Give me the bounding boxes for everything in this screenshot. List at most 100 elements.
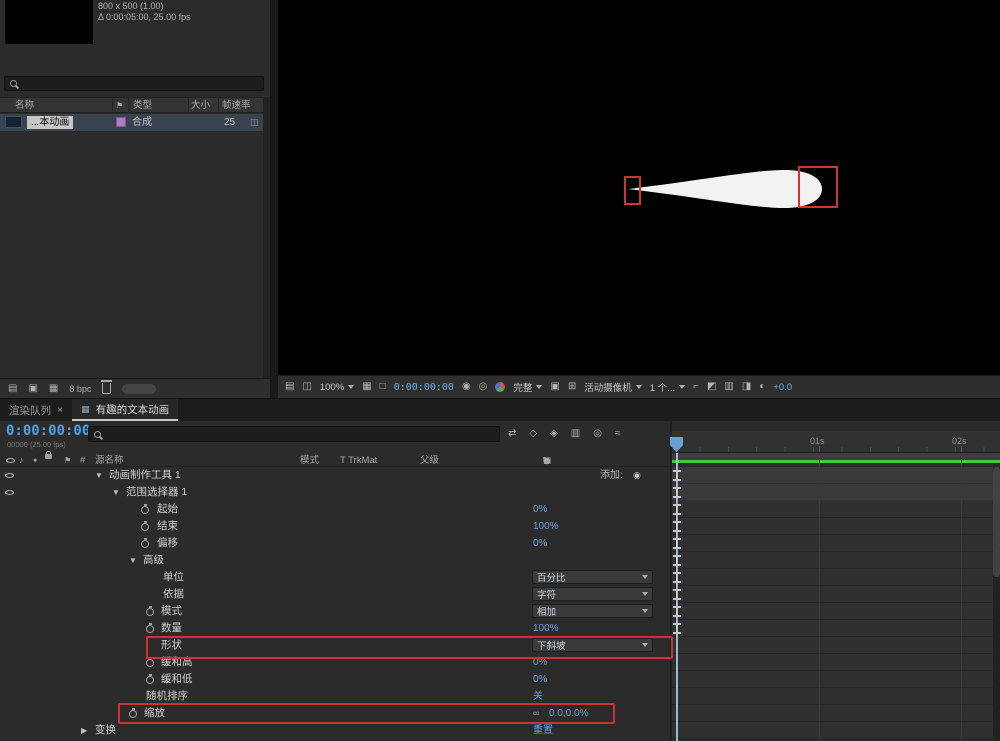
row-end[interactable]: 结束 100% (0, 518, 672, 535)
property-value[interactable]: 100% (533, 620, 559, 637)
new-folder-icon[interactable]: ▣ (28, 383, 37, 395)
scrollbar-thumb[interactable] (993, 467, 1000, 577)
keyframe-marker[interactable] (673, 487, 681, 498)
tab-render-queue[interactable]: 渲染队列 × (0, 399, 72, 421)
keyframe-marker[interactable] (673, 572, 681, 583)
property-value[interactable]: 0% (533, 501, 547, 518)
audio-column-icon[interactable]: ♪ (19, 454, 24, 467)
project-bpc-button[interactable]: 8 bpc (69, 384, 91, 394)
text-shape[interactable] (628, 170, 822, 208)
row-amount[interactable]: 数量 100% (0, 620, 672, 637)
row-ease-low[interactable]: 缓和低 0% (0, 671, 672, 688)
selection-handle-right[interactable] (798, 166, 838, 208)
timeline-search-input[interactable] (88, 426, 500, 442)
keyframe-marker[interactable] (673, 589, 681, 600)
motion-blur-icon[interactable]: ◎ (593, 428, 602, 439)
tab-composition[interactable]: ▦ 有趣的文本动画 (72, 399, 178, 421)
row-based-on[interactable]: 依据 字符 (0, 586, 672, 603)
frame-blend-icon[interactable]: ▥ (571, 428, 580, 439)
index-column[interactable]: # (80, 454, 85, 467)
interpret-footage-icon[interactable]: ▤ (8, 383, 17, 395)
property-label[interactable]: 起始 (157, 501, 178, 518)
trkmat-column[interactable]: T TrkMat (340, 454, 377, 467)
stopwatch-icon[interactable] (146, 608, 154, 616)
draft-3d-icon[interactable]: ◇ (529, 428, 537, 439)
new-composition-icon[interactable]: ▦ (49, 383, 58, 395)
property-label[interactable]: 结束 (157, 518, 178, 535)
row-transform[interactable]: ▶ 变换 重置 (0, 722, 672, 739)
reset-button[interactable]: 重置 (533, 722, 553, 739)
flowchart-icon[interactable]: ◨ (742, 381, 751, 393)
channels-icon[interactable] (495, 382, 505, 392)
twirl-open-icon[interactable]: ▼ (112, 484, 120, 501)
fast-previews-icon[interactable]: ◩ (707, 381, 716, 393)
trash-icon[interactable] (102, 383, 111, 394)
keyframe-marker[interactable] (673, 538, 681, 549)
eye-icon[interactable] (5, 473, 14, 478)
twirl-open-icon[interactable]: ▼ (129, 552, 137, 569)
tab-close-button[interactable]: × (57, 404, 63, 416)
property-value[interactable]: 0% (533, 671, 547, 688)
column-type[interactable]: 类型 (133, 100, 152, 112)
work-area-bar[interactable] (672, 453, 1000, 460)
property-label[interactable]: 模式 (161, 603, 182, 620)
row-units[interactable]: 单位 百分比 (0, 569, 672, 586)
timeline-scrollbar[interactable] (993, 467, 1000, 741)
show-snapshot-icon[interactable]: ◎ (479, 381, 488, 393)
keyframe-marker[interactable] (673, 504, 681, 515)
property-label[interactable]: 偏移 (157, 535, 178, 552)
project-scrollbar[interactable] (263, 97, 270, 378)
stopwatch-icon[interactable] (141, 506, 149, 514)
exposure-reset-icon[interactable]: ◐ (759, 381, 765, 393)
property-label[interactable]: 数量 (161, 620, 182, 637)
monitor-icon[interactable]: ▤ (285, 381, 294, 393)
shy-layers-icon[interactable]: ◈ (550, 428, 558, 439)
composition-viewer[interactable] (278, 0, 1000, 375)
selection-handle-left[interactable] (624, 176, 641, 205)
magnification-select[interactable]: 100% (320, 382, 354, 393)
timeline-button-icon[interactable]: ▥ (724, 381, 733, 393)
row-advanced[interactable]: ▼ 高级 (0, 552, 672, 569)
project-item-row[interactable]: ...本动画 合成 25 ◫ (0, 114, 263, 131)
3d-icon[interactable]: ⊕ (543, 454, 550, 467)
item-name[interactable]: ...本动画 (27, 116, 73, 129)
current-timecode[interactable]: 0:00:00:00 (6, 423, 90, 439)
label-column-icon[interactable]: ⚑ (64, 454, 71, 467)
twirl-closed-icon[interactable]: ▶ (81, 722, 87, 739)
parent-column[interactable]: 父级 (420, 454, 439, 467)
property-label[interactable]: 单位 (163, 569, 184, 586)
mini-flowchart-icon[interactable]: ⇄ (508, 428, 516, 439)
timeline-track-area[interactable]: 01s 02s (672, 421, 1000, 741)
snapshot-icon[interactable]: ◉ (462, 381, 471, 393)
keyframe-marker[interactable] (673, 521, 681, 532)
stopwatch-icon[interactable] (146, 659, 154, 667)
dual-monitor-icon[interactable]: ◫ (302, 381, 311, 393)
column-size[interactable]: 大小 (191, 100, 210, 112)
stopwatch-icon[interactable] (141, 523, 149, 531)
resolution-select[interactable]: 完整 (513, 380, 542, 394)
stopwatch-icon[interactable] (146, 676, 154, 684)
video-column-icon[interactable] (6, 458, 15, 463)
graph-editor-icon[interactable]: ≈ (615, 428, 621, 439)
stopwatch-icon[interactable] (141, 540, 149, 548)
column-name[interactable]: 名称 (15, 100, 34, 112)
label-column-icon[interactable]: ⚑ (116, 100, 123, 112)
property-label[interactable]: 缓和低 (161, 671, 193, 688)
exposure-value[interactable]: +0.0 (773, 382, 792, 393)
row-animator-1[interactable]: ▼ 动画制作工具 1 添加: ◉ (0, 467, 672, 484)
transparency-grid-icon[interactable]: ⊞ (568, 381, 576, 393)
property-value[interactable]: 0% (533, 535, 547, 552)
row-offset[interactable]: 偏移 0% (0, 535, 672, 552)
property-label[interactable]: 高级 (143, 552, 164, 569)
keyframe-marker[interactable] (673, 606, 681, 617)
property-label[interactable]: 范围选择器 1 (126, 484, 187, 501)
units-dropdown[interactable]: 百分比 (532, 570, 653, 584)
twirl-open-icon[interactable]: ▼ (95, 467, 103, 484)
solo-column-icon[interactable]: ● (33, 454, 37, 467)
keyframe-marker[interactable] (673, 555, 681, 566)
row-range-selector-1[interactable]: ▼ 范围选择器 1 (0, 484, 672, 501)
eye-icon[interactable] (5, 490, 14, 495)
mode-column[interactable]: 模式 (300, 454, 319, 467)
stopwatch-icon[interactable] (146, 625, 154, 633)
mode-dropdown[interactable]: 相加 (532, 604, 653, 618)
